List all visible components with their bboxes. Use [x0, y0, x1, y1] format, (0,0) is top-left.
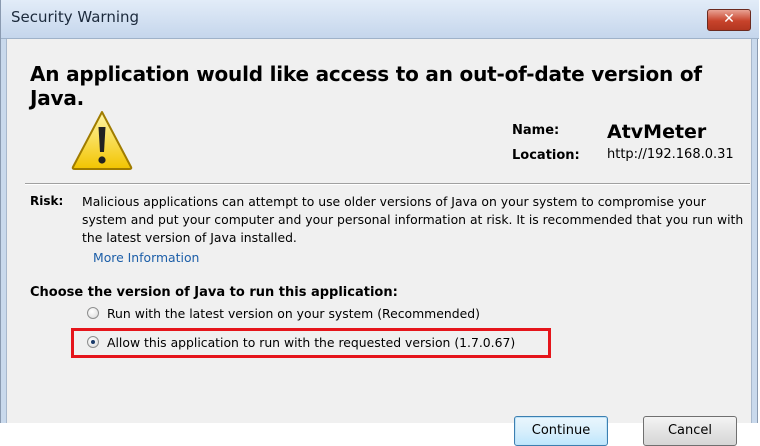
radio-latest[interactable]: [87, 307, 99, 319]
name-label: Name:: [512, 123, 560, 138]
more-information-link[interactable]: More Information: [93, 250, 199, 265]
title-bar[interactable]: Security Warning ✕: [1, 0, 759, 39]
location-label: Location:: [512, 148, 580, 163]
continue-button[interactable]: Continue: [514, 416, 608, 446]
dialog-window: Security Warning ✕ An application would …: [0, 0, 759, 446]
dialog-content: An application would like access to an o…: [6, 39, 752, 446]
risk-text: Malicious applications can attempt to us…: [82, 194, 744, 245]
headline: An application would like access to an o…: [30, 62, 702, 110]
window-title: Security Warning: [11, 8, 140, 26]
close-icon: ✕: [723, 11, 735, 27]
choose-version-heading: Choose the version of Java to run this a…: [30, 285, 398, 300]
close-button[interactable]: ✕: [707, 9, 751, 31]
location-value: http://192.168.0.31: [607, 147, 734, 162]
divider: [25, 183, 750, 185]
risk-label: Risk:: [30, 194, 64, 208]
radio-latest-label[interactable]: Run with the latest version on your syst…: [107, 304, 480, 324]
warning-triangle-icon: [71, 111, 133, 170]
app-name: AtvMeter: [607, 121, 707, 143]
highlight-annotation: [71, 328, 551, 358]
cancel-button[interactable]: Cancel: [643, 416, 737, 446]
